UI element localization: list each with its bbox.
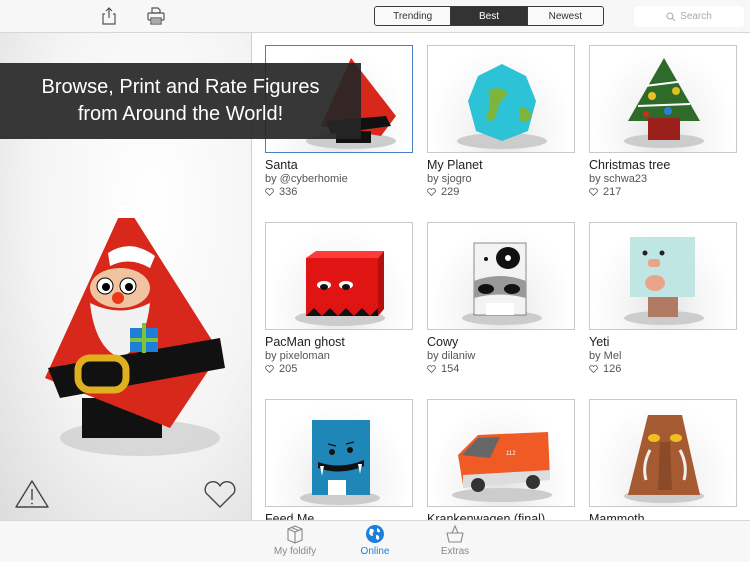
figure-thumbnail: 112 <box>427 399 575 507</box>
figure-thumbnail <box>589 399 737 507</box>
tab-extras[interactable]: Extras <box>420 524 490 557</box>
figure-thumbnail <box>589 45 737 153</box>
figure-title: Mammoth <box>589 512 645 520</box>
figure-card[interactable]: Cowy by dilaniw 154 <box>427 222 577 375</box>
figure-title: PacMan ghost <box>265 335 345 349</box>
print-button[interactable] <box>146 6 166 26</box>
figure-thumbnail <box>265 399 413 507</box>
promo-banner: Browse, Print and Rate Figures from Arou… <box>0 63 361 139</box>
search-input[interactable]: Search <box>634 6 744 27</box>
figure-author: by schwa23 <box>589 173 648 185</box>
tab-online[interactable]: Online <box>340 524 410 557</box>
segment-newest[interactable]: Newest <box>527 7 603 25</box>
heart-icon <box>204 480 236 508</box>
sort-segmented-control: Trending Best Newest <box>374 6 604 26</box>
search-icon <box>666 12 676 21</box>
likes-count: 217 <box>603 186 622 198</box>
tab-label: My foldify <box>273 546 317 557</box>
heart-icon <box>427 365 436 373</box>
figure-thumbnail <box>427 45 575 153</box>
figure-title: Yeti <box>589 335 610 349</box>
figure-thumbnail <box>427 222 575 330</box>
banner-line-1: Browse, Print and Rate Figures <box>41 76 320 98</box>
figure-likes: 229 <box>427 186 577 198</box>
warning-icon <box>15 480 49 508</box>
figure-author: by sjogro <box>427 173 472 185</box>
figure-card[interactable]: Christmas tree by schwa23 217 <box>589 45 739 198</box>
figure-thumbnail <box>265 222 413 330</box>
likes-count: 154 <box>441 363 460 375</box>
heart-icon <box>589 188 598 196</box>
likes-count: 229 <box>441 186 460 198</box>
segment-trending[interactable]: Trending <box>375 7 452 25</box>
figure-title: Feed Me <box>265 512 315 520</box>
figure-thumbnail <box>589 222 737 330</box>
figure-likes: 336 <box>265 186 415 198</box>
box-icon <box>287 525 303 544</box>
figure-likes: 205 <box>265 363 415 375</box>
search-placeholder: Search <box>680 11 712 22</box>
figure-card[interactable]: Feed Me <box>265 399 415 520</box>
heart-icon <box>265 365 274 373</box>
share-button[interactable] <box>99 6 119 26</box>
tab-label: Online <box>360 546 390 557</box>
figure-author: by Mel <box>589 350 622 362</box>
likes-count: 336 <box>279 186 298 198</box>
figure-title: Cowy <box>427 335 459 349</box>
like-button[interactable] <box>202 480 238 510</box>
bottom-tab-bar: My foldify Online Extras <box>0 520 750 562</box>
likes-count: 126 <box>603 363 622 375</box>
figure-likes: 217 <box>589 186 739 198</box>
globe-icon <box>366 525 384 543</box>
heart-icon <box>265 188 274 196</box>
santa-figure-preview <box>45 203 225 456</box>
report-button[interactable] <box>14 478 50 510</box>
figure-author: by @cyberhomie <box>265 173 348 185</box>
figure-title: Krankenwagen (final) <box>427 512 546 520</box>
figure-likes: 154 <box>427 363 577 375</box>
figure-card[interactable]: Mammoth <box>589 399 739 520</box>
figure-title: My Planet <box>427 158 483 172</box>
heart-icon <box>427 188 436 196</box>
figure-likes: 126 <box>589 363 739 375</box>
figure-card[interactable]: 112 Krankenwagen (final) <box>427 399 577 520</box>
figure-card[interactable]: My Planet by sjogro 229 <box>427 45 577 198</box>
figure-card[interactable]: PacMan ghost by pixeloman 205 <box>265 222 415 375</box>
figure-title: Santa <box>265 158 298 172</box>
segment-best[interactable]: Best <box>451 7 528 25</box>
figure-card[interactable]: Yeti by Mel 126 <box>589 222 739 375</box>
figure-title: Christmas tree <box>589 158 671 172</box>
top-toolbar: Trending Best Newest Search <box>0 0 750 33</box>
svg-text:112: 112 <box>506 451 516 457</box>
figure-author: by dilaniw <box>427 350 476 362</box>
basket-icon <box>446 524 464 543</box>
tab-label: Extras <box>440 546 470 557</box>
banner-line-2: from Around the World! <box>77 103 284 125</box>
heart-icon <box>589 365 598 373</box>
share-icon <box>102 7 116 25</box>
printer-icon <box>147 7 165 25</box>
tab-my-foldify[interactable]: My foldify <box>260 524 330 557</box>
figure-author: by pixeloman <box>265 350 330 362</box>
likes-count: 205 <box>279 363 298 375</box>
